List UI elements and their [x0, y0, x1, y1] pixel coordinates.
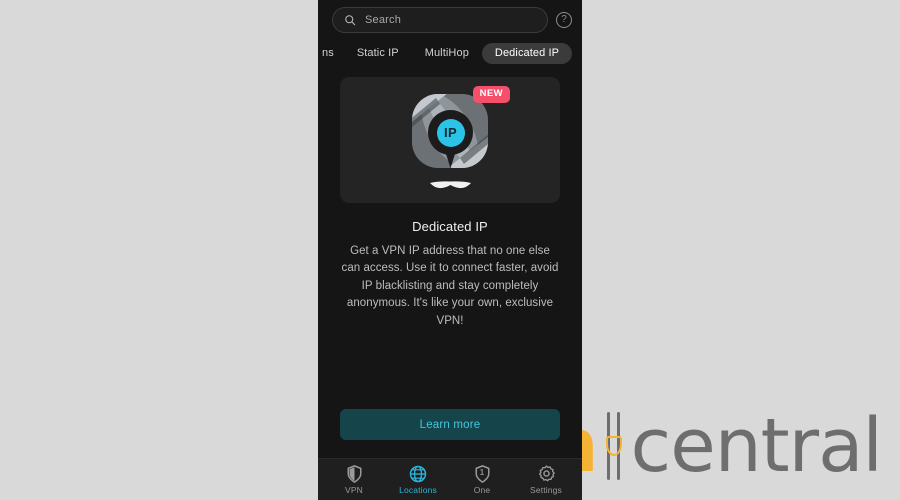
flex-spacer: [318, 330, 582, 409]
nav-item-one[interactable]: 1 One: [454, 464, 510, 495]
location-pin-icon: IP: [428, 110, 473, 168]
search-input[interactable]: Search: [332, 7, 548, 33]
ip-label: IP: [444, 125, 457, 140]
help-circle-icon[interactable]: ?: [556, 12, 572, 28]
nav-item-vpn[interactable]: VPN: [326, 464, 382, 495]
tab-dedicated-ip[interactable]: Dedicated IP: [481, 43, 573, 64]
nav-label-vpn: VPN: [345, 485, 363, 496]
tab-multihop[interactable]: MultiHop: [412, 43, 482, 64]
new-badge: NEW: [472, 86, 510, 103]
dedicated-ip-hero-card: NEW IP: [340, 77, 560, 203]
search-icon: [345, 15, 356, 26]
learn-more-button[interactable]: Learn more: [340, 409, 560, 440]
ip-bubble: IP: [436, 118, 465, 147]
dedicated-ip-illustration: NEW IP: [402, 86, 510, 192]
watermark-shield-divider-icon: [599, 406, 629, 486]
tab-bar: ns Static IP MultiHop Dedicated IP: [318, 34, 582, 66]
one-badge-number: 1: [479, 467, 485, 477]
nav-label-settings: Settings: [530, 485, 562, 496]
shield-one-icon: 1: [474, 464, 490, 483]
globe-icon: [409, 464, 427, 483]
shield-icon: [347, 464, 362, 483]
tab-static-ip[interactable]: Static IP: [344, 43, 412, 64]
search-row: Search ?: [318, 0, 582, 34]
description-text: Get a VPN IP address that no one else ca…: [341, 245, 559, 327]
dedicated-ip-info: Dedicated IP Get a VPN IP address that n…: [318, 203, 582, 330]
bottom-navigation: VPN Locations 1 One Settings: [318, 458, 582, 500]
nav-item-locations[interactable]: Locations: [390, 464, 446, 495]
nav-label-one: One: [473, 485, 491, 496]
cta-container: Learn more: [318, 409, 582, 458]
nav-label-locations: Locations: [399, 485, 437, 496]
page-title: Dedicated IP: [412, 219, 488, 234]
vpn-app-window: Search ? ns Static IP MultiHop Dedicated…: [318, 0, 582, 500]
watermark-central-text: central: [630, 402, 883, 489]
search-placeholder: Search: [365, 14, 402, 26]
screenshot-root: vpn central Search ? ns Static IP MultiH…: [0, 0, 900, 500]
tab-locations-clipped[interactable]: ns: [322, 43, 344, 64]
nav-item-settings[interactable]: Settings: [518, 464, 574, 495]
gear-icon: [538, 464, 555, 483]
pin-shadow: [430, 181, 471, 189]
